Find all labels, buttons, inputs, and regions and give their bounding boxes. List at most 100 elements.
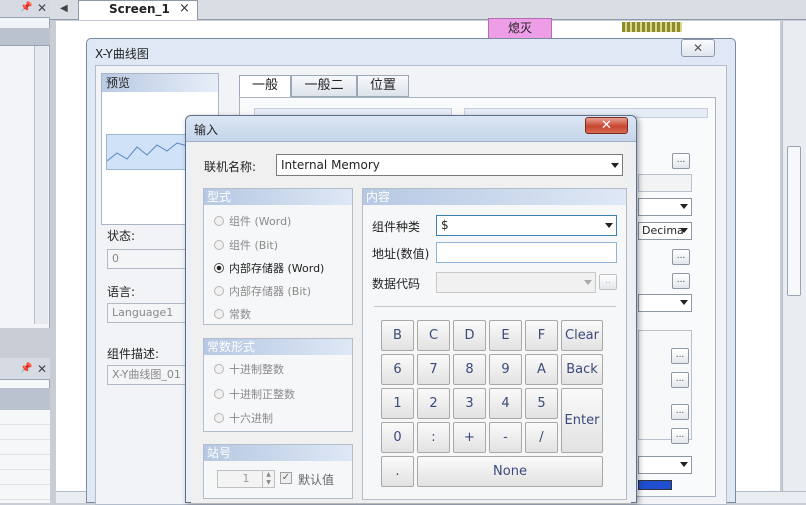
radio-hex[interactable]: 十六进制: [214, 410, 273, 426]
key-1[interactable]: 1: [381, 388, 414, 419]
key-slash[interactable]: /: [525, 422, 558, 453]
tab-general[interactable]: 一般: [239, 75, 291, 98]
radio-icon: [214, 240, 224, 250]
key-e[interactable]: E: [489, 320, 522, 351]
key-5[interactable]: 5: [525, 388, 558, 419]
close-icon[interactable]: ×: [179, 1, 190, 16]
key-4[interactable]: 4: [489, 388, 522, 419]
key-2[interactable]: 2: [417, 388, 450, 419]
address-input[interactable]: [436, 242, 617, 263]
close-icon[interactable]: ✕: [37, 362, 47, 376]
language-field[interactable]: Language1: [107, 303, 187, 323]
chevron-down-icon: [584, 280, 592, 285]
tab-label: Screen_1: [109, 2, 170, 16]
canvas-meter[interactable]: [622, 22, 682, 32]
browse-button[interactable]: ...: [671, 348, 689, 364]
close-icon[interactable]: ✕: [37, 1, 47, 15]
canvas-vertical-scrollbar[interactable]: [782, 21, 806, 491]
key-b[interactable]: B: [381, 320, 414, 351]
radio-label: 内部存储器 (Word): [229, 262, 325, 275]
dropdown[interactable]: [638, 294, 692, 312]
component-type-dropdown[interactable]: $: [436, 215, 617, 236]
browse-button[interactable]: ...: [672, 249, 690, 265]
panel-list: [0, 410, 50, 503]
key-d[interactable]: D: [453, 320, 486, 351]
canvas-button[interactable]: 熄灭: [488, 18, 552, 40]
component-type-label: 组件种类: [372, 220, 421, 234]
browse-button[interactable]: ...: [672, 273, 690, 289]
device-dropdown[interactable]: Internal Memory: [276, 154, 623, 176]
none-button[interactable]: None: [417, 456, 603, 487]
radio-icon: [214, 389, 224, 399]
radio-internal-word[interactable]: 内部存储器 (Word): [214, 260, 324, 276]
browse-button[interactable]: ...: [671, 372, 689, 388]
tab-screen-1[interactable]: Screen_1 ×: [78, 0, 198, 20]
tab-general-2[interactable]: 一般二: [291, 75, 357, 97]
component-desc-field[interactable]: X-Y曲线图_01: [107, 365, 187, 385]
station-stepper[interactable]: 1 ▲ ▼: [217, 470, 275, 488]
key-c[interactable]: C: [417, 320, 450, 351]
key-0[interactable]: 0: [381, 422, 414, 453]
key-9[interactable]: 9: [489, 354, 522, 385]
scroll-left-icon[interactable]: ◀: [60, 3, 68, 14]
pin-icon[interactable]: 📌: [20, 2, 32, 13]
close-button[interactable]: ✕: [681, 39, 715, 57]
radio-icon: [214, 286, 224, 296]
radio-positive-decimal[interactable]: 十进制正整数: [214, 386, 295, 402]
data-code-dropdown[interactable]: [436, 272, 596, 293]
panel-scrollbar[interactable]: [34, 46, 48, 324]
component-desc-label: 组件描述:: [107, 347, 160, 361]
radio-decimal[interactable]: 十进制整数: [214, 361, 284, 377]
key-6[interactable]: 6: [381, 354, 414, 385]
spin-arrows-icon[interactable]: ▲ ▼: [262, 471, 274, 487]
dropdown[interactable]: [638, 456, 692, 474]
radio-constant[interactable]: 常数: [214, 306, 251, 322]
panel-row[interactable]: [0, 388, 50, 410]
radio-component-bit[interactable]: 组件 (Bit): [214, 237, 278, 253]
key-minus[interactable]: -: [489, 422, 522, 453]
key-3[interactable]: 3: [453, 388, 486, 419]
address-label: 地址(数值): [372, 247, 430, 261]
chevron-down-icon: [680, 300, 688, 305]
scroll-thumb[interactable]: [787, 146, 801, 296]
browse-button[interactable]: ...: [672, 153, 690, 169]
group-header: 常数形式: [204, 339, 352, 355]
panel-row[interactable]: [0, 28, 50, 46]
status-label: 状态:: [107, 229, 136, 243]
group-header: 内容: [363, 189, 626, 205]
radio-component-word[interactable]: 组件 (Word): [214, 213, 291, 229]
key-7[interactable]: 7: [417, 354, 450, 385]
default-label: 默认值: [298, 473, 335, 487]
key-dot[interactable]: .: [381, 456, 414, 487]
group-header: 站号: [204, 445, 352, 461]
key-colon[interactable]: :: [417, 422, 450, 453]
chevron-down-icon: [680, 204, 688, 209]
chevron-down-icon: [611, 163, 619, 168]
divider: [374, 306, 616, 307]
preview-curve: [106, 142, 192, 162]
radio-internal-bit[interactable]: 内部存储器 (Bit): [214, 283, 311, 299]
pin-icon[interactable]: 📌: [20, 363, 32, 374]
key-plus[interactable]: +: [453, 422, 486, 453]
color-swatch[interactable]: [638, 480, 672, 490]
browse-button[interactable]: ...: [671, 404, 689, 420]
tab-position[interactable]: 位置: [357, 75, 409, 97]
radio-label: 内部存储器 (Bit): [229, 285, 311, 298]
key-8[interactable]: 8: [453, 354, 486, 385]
dropdown[interactable]: [638, 198, 692, 216]
format-dropdown[interactable]: Decima: [638, 222, 692, 240]
enter-button[interactable]: Enter: [561, 388, 603, 453]
radio-icon: [214, 413, 224, 423]
radio-label: 十进制正整数: [229, 388, 295, 401]
browse-button[interactable]: ...: [671, 428, 689, 444]
key-a[interactable]: A: [525, 354, 558, 385]
group-header: 型式: [204, 189, 352, 205]
dialog-title: 输入: [194, 123, 219, 137]
key-f[interactable]: F: [525, 320, 558, 351]
close-button[interactable]: ✕: [585, 117, 628, 134]
clear-button[interactable]: Clear: [561, 320, 603, 351]
browse-button[interactable]: ..: [599, 274, 617, 290]
chevron-down-icon: [605, 223, 613, 228]
default-checkbox[interactable]: ✓: [280, 472, 292, 484]
back-button[interactable]: Back: [561, 354, 603, 385]
